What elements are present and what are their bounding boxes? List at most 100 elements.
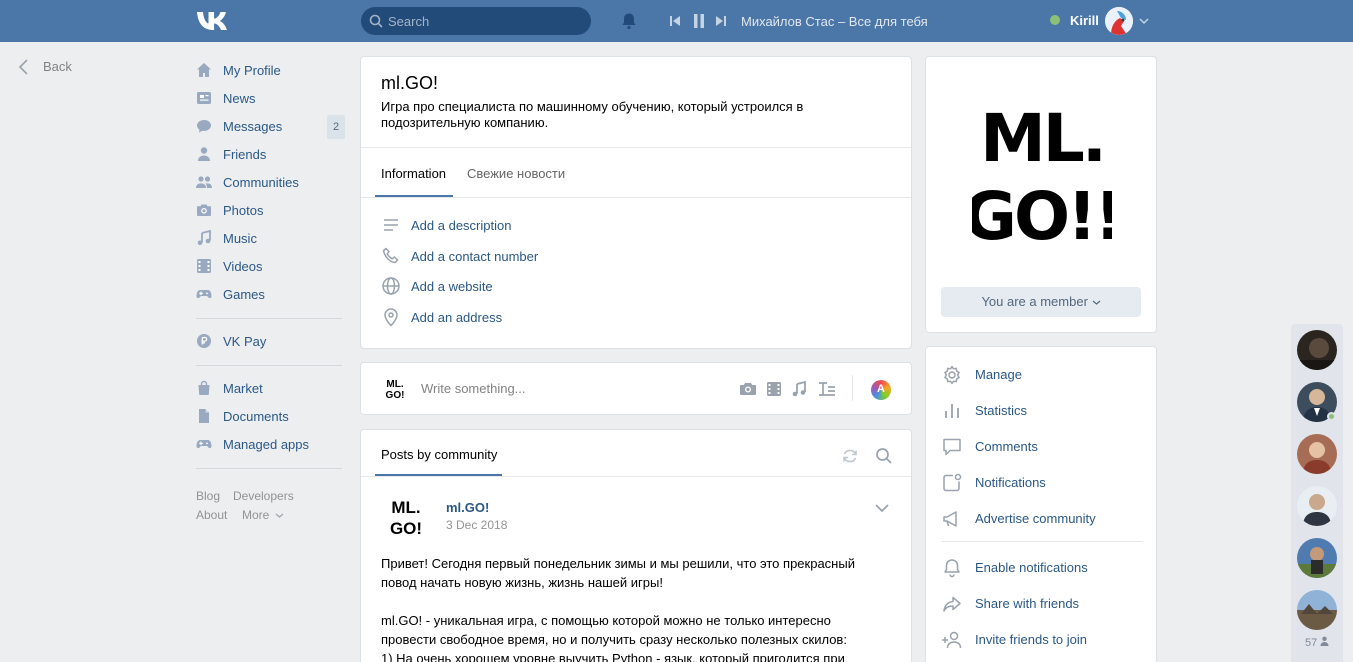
svg-text:ML.: ML. [386, 379, 403, 390]
footer-link-blog[interactable]: Blog [196, 489, 220, 503]
nav-item-managed-apps[interactable]: Managed apps [196, 430, 346, 458]
post-author-avatar[interactable]: ML. GO! [386, 494, 426, 538]
now-playing-title[interactable]: Михайлов Стас – Все для тебя [741, 14, 928, 29]
online-status-indicator [1327, 412, 1336, 421]
text-lines-icon [384, 219, 398, 231]
friend-avatar[interactable] [1297, 590, 1337, 630]
add-address-link[interactable]: Add an address [411, 310, 502, 325]
post-author-name[interactable]: ml.GO! [446, 500, 489, 515]
unread-count-badge: 2 [327, 115, 345, 139]
community-logo: ML. GO!! [972, 100, 1112, 245]
article-icon[interactable] [817, 379, 837, 399]
nav-divider [196, 365, 342, 366]
nav-label: Games [223, 287, 265, 302]
nav-item-videos[interactable]: Videos [196, 252, 346, 280]
nav-item-news[interactable]: News [196, 84, 346, 112]
menu-item-notifications[interactable]: Notifications [941, 470, 1141, 494]
menu-item-comments[interactable]: Comments [941, 434, 1141, 458]
friend-avatar[interactable] [1297, 538, 1337, 578]
add-description-link[interactable]: Add a description [411, 218, 511, 233]
nav-item-documents[interactable]: Documents [196, 402, 346, 430]
vk-logo-icon[interactable] [196, 10, 230, 32]
nav-divider [196, 318, 342, 319]
menu-item-advertise[interactable]: Advertise community [941, 506, 1141, 530]
chevron-down-icon [1092, 300, 1100, 305]
community-actions-menu: Manage Statistics Comments Notifications… [925, 346, 1157, 662]
nav-item-music[interactable]: Music [196, 224, 346, 252]
previous-track-icon[interactable] [668, 12, 682, 30]
tab-posts-by-community[interactable]: Posts by community [381, 447, 497, 462]
menu-label: Share with friends [975, 596, 1080, 611]
home-icon [197, 63, 211, 77]
search-input[interactable]: Search [361, 7, 591, 35]
friends-online-sidebar: 57 [1291, 324, 1343, 662]
menu-item-share[interactable]: Share with friends [941, 591, 1141, 615]
menu-item-enable-notifications[interactable]: Enable notifications [941, 555, 1141, 579]
person-icon [198, 147, 210, 161]
friend-avatar[interactable] [1297, 486, 1337, 526]
svg-text:ML.: ML. [391, 498, 420, 517]
menu-label: Invite friends to join [975, 632, 1088, 647]
chevron-down-icon[interactable] [1139, 17, 1149, 25]
search-icon [369, 14, 383, 28]
divider [941, 541, 1143, 542]
user-avatar[interactable] [1105, 7, 1133, 35]
more-label: More [242, 508, 270, 522]
nav-item-photos[interactable]: Photos [196, 196, 346, 224]
bell-icon[interactable] [620, 12, 638, 30]
friend-avatar[interactable] [1297, 434, 1337, 474]
footer-link-more[interactable]: More [242, 508, 284, 522]
post-input[interactable]: Write something... [421, 381, 526, 396]
nav-label: Managed apps [223, 437, 310, 452]
nav-label: Music [223, 231, 257, 246]
community-avatar-card: ML. GO!! You are a member [925, 56, 1157, 333]
nav-item-my-profile[interactable]: My Profile [196, 56, 346, 84]
membership-button[interactable]: You are a member [941, 287, 1141, 317]
shopping-bag-icon [198, 380, 210, 395]
chat-bubble-icon [197, 120, 211, 133]
group-icon [196, 176, 212, 188]
search-placeholder: Search [388, 14, 430, 29]
menu-item-statistics[interactable]: Statistics [941, 398, 1141, 422]
menu-label: Comments [975, 439, 1038, 454]
tab-information[interactable]: Information [381, 166, 446, 181]
add-website-link[interactable]: Add a website [411, 279, 493, 294]
post-date[interactable]: 3 Dec 2018 [446, 518, 507, 532]
menu-item-invite-friends[interactable]: Invite friends to join [941, 627, 1141, 651]
nav-label: Videos [223, 259, 263, 274]
nav-item-communities[interactable]: Communities [196, 168, 346, 196]
community-status: Игра про специалиста по машинному обучен… [381, 99, 804, 130]
nav-item-games[interactable]: Games [196, 280, 346, 308]
footer-link-about[interactable]: About [196, 508, 227, 522]
friends-online-count[interactable]: 57 [1305, 636, 1329, 649]
nav-item-market[interactable]: Market [196, 374, 346, 402]
nav-item-vk-pay[interactable]: VK Pay [196, 327, 346, 355]
nav-label: My Profile [223, 63, 281, 78]
back-label: Back [43, 59, 72, 74]
divider [361, 197, 911, 198]
refresh-icon[interactable] [841, 447, 859, 465]
nav-item-friends[interactable]: Friends [196, 140, 346, 168]
document-icon [199, 409, 209, 423]
color-poster-button[interactable]: A [871, 380, 891, 400]
location-pin-icon [384, 308, 398, 327]
friend-avatar[interactable] [1297, 330, 1337, 370]
nav-divider [196, 468, 342, 469]
footer-link-developers[interactable]: Developers [233, 489, 294, 503]
camera-icon[interactable] [738, 379, 758, 399]
user-name[interactable]: Kirill [1070, 13, 1099, 28]
nav-label: News [223, 91, 256, 106]
tab-fresh-news[interactable]: Свежие новости [467, 166, 565, 181]
film-icon[interactable] [764, 379, 784, 399]
search-icon[interactable] [875, 447, 893, 465]
comment-icon [943, 438, 961, 456]
chevron-down-icon[interactable] [874, 503, 890, 513]
next-track-icon[interactable] [714, 12, 728, 30]
music-note-icon[interactable] [789, 379, 809, 399]
post-composer: ML. GO! Write something... A [360, 362, 912, 415]
pause-icon[interactable] [692, 12, 706, 30]
menu-item-manage[interactable]: Manage [941, 362, 1141, 386]
nav-item-messages[interactable]: Messages 2 [196, 112, 346, 140]
add-contact-number-link[interactable]: Add a contact number [411, 249, 538, 264]
film-icon [197, 259, 211, 273]
